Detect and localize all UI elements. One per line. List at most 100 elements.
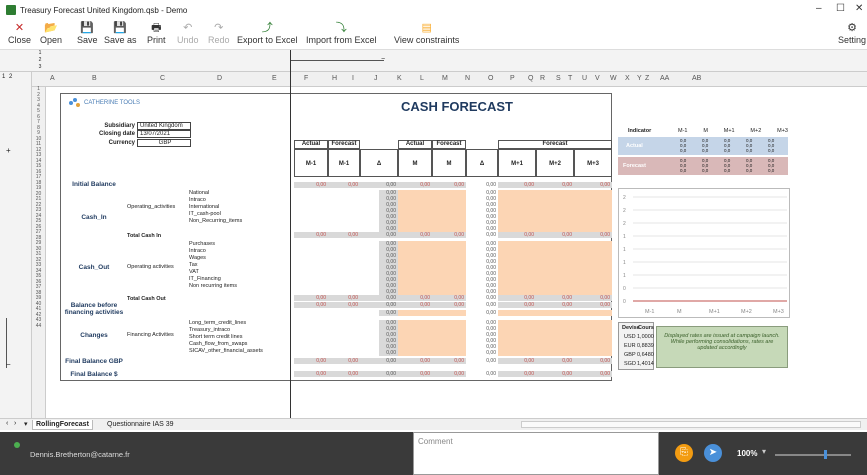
column-header[interactable]: Y	[637, 75, 642, 82]
tab-menu-icon[interactable]: ▾	[24, 420, 28, 428]
send-icon[interactable]: ➤	[704, 444, 722, 462]
subsidiary-field[interactable]: United Kingdom	[137, 122, 191, 130]
app-window: Treasury Forecast United Kingdom.qsb - D…	[0, 0, 867, 475]
row-level-2[interactable]: 2	[34, 57, 46, 64]
outline-level-2[interactable]: 2	[9, 74, 12, 80]
print-button[interactable]: 🖶 Print	[147, 22, 166, 45]
redo-button[interactable]: ↷ Redo	[208, 22, 230, 45]
toolbar: ✕ Close 📂 Open 💾 Save 💾 Save as 🖶 Print ↶ Undo…	[0, 20, 867, 50]
column-header[interactable]: C	[160, 75, 165, 82]
column-header[interactable]: R	[540, 75, 545, 82]
actual-m-header: M	[398, 149, 432, 177]
logo-dots-icon	[69, 98, 81, 108]
close-button[interactable]: ✕ Close	[8, 22, 31, 45]
attach-icon[interactable]: ⎘	[675, 444, 693, 462]
row-level-3[interactable]: 3	[34, 64, 46, 71]
column-header[interactable]: O	[488, 75, 493, 82]
tab-scroll-right-icon[interactable]: ›	[14, 420, 16, 427]
view-constraints-button[interactable]: ▤ View constraints	[394, 22, 459, 45]
open-button[interactable]: 📂 Open	[40, 22, 62, 45]
expand-icon[interactable]: +	[6, 146, 11, 155]
mp2-total: 0,00	[562, 302, 572, 308]
column-header[interactable]: W	[610, 75, 617, 82]
m-actual-total: 0,00	[420, 295, 430, 301]
column-header[interactable]: V	[595, 75, 600, 82]
indicator-value: 0,0	[724, 148, 731, 153]
column-header[interactable]: A	[50, 75, 55, 82]
forecast-band-cell[interactable]	[498, 350, 612, 356]
zoom-slider[interactable]	[775, 454, 851, 456]
comment-field[interactable]: Comment	[413, 432, 659, 475]
horizontal-scrollbar[interactable]	[521, 421, 861, 428]
month-band-cell[interactable]	[398, 310, 466, 316]
outline-level-1[interactable]: 1	[2, 74, 5, 80]
closing-date-field[interactable]: 13/07/2021	[137, 130, 191, 138]
undo-button[interactable]: ↶ Undo	[177, 22, 199, 45]
column-header[interactable]: E	[272, 75, 277, 82]
actual-total: 0,00	[316, 358, 326, 364]
undo-icon: ↶	[183, 22, 193, 34]
forecast-total: 0,00	[348, 232, 358, 238]
chart-y-tick: 1	[623, 234, 626, 240]
column-header[interactable]: F	[304, 75, 308, 82]
maximize-button[interactable]: ☐	[836, 3, 845, 14]
column-header[interactable]: L	[420, 75, 424, 82]
rates-note: Displayed rates are issued at campaign l…	[656, 326, 788, 368]
tab-rolling-forecast[interactable]: RollingForecast	[32, 420, 93, 430]
indicator-col-mp2: M+2	[750, 128, 762, 134]
forecast-total: 0,00	[348, 371, 358, 377]
save-button[interactable]: 💾 Save	[77, 22, 98, 45]
column-header[interactable]: P	[510, 75, 515, 82]
month-band-cell[interactable]	[398, 350, 466, 356]
column-header[interactable]: B	[92, 75, 97, 82]
settings-button[interactable]: ⚙ Setting	[838, 22, 866, 45]
column-header[interactable]: N	[465, 75, 470, 82]
mp1-total: 0,00	[524, 232, 534, 238]
outline-collapse-icon[interactable]: −	[381, 56, 389, 65]
delta-value: 0,00	[386, 295, 396, 301]
indicator-forecast-label: Forecast	[623, 163, 646, 169]
indicator-value: 0,0	[680, 148, 687, 153]
zoom-level[interactable]: 100%	[737, 449, 757, 458]
column-header[interactable]: T	[568, 75, 572, 82]
export-label: Export to Excel	[237, 35, 298, 45]
m-forecast-total: 0,00	[454, 232, 464, 238]
close-window-button[interactable]: ✕	[855, 3, 863, 14]
column-header[interactable]: Q	[528, 75, 533, 82]
column-header[interactable]: K	[397, 75, 402, 82]
close-label: Close	[8, 35, 32, 45]
column-header[interactable]: AA	[660, 75, 669, 82]
chart-x-tick: M+1	[709, 309, 720, 315]
cash-forecast-sheet[interactable]: CATHERINE TOOLS CASH FORECAST Subsidiary…	[60, 93, 612, 381]
column-header[interactable]: Z	[645, 75, 649, 82]
column-header[interactable]: J	[374, 75, 378, 82]
column-header[interactable]: I	[352, 75, 354, 82]
settings-icon: ⚙	[847, 22, 857, 34]
minimize-button[interactable]: –	[816, 3, 822, 14]
collapse-icon[interactable]: −	[6, 360, 11, 369]
column-header[interactable]: U	[582, 75, 587, 82]
column-header[interactable]: AB	[692, 75, 701, 82]
currency-field[interactable]: GBP	[137, 139, 191, 147]
column-header[interactable]: M	[442, 75, 448, 82]
column-header[interactable]: H	[332, 75, 337, 82]
import-excel-button[interactable]: ⤵ Import from Excel	[306, 22, 377, 45]
zoom-slider-knob[interactable]	[824, 450, 827, 459]
tab-scroll-left-icon[interactable]: ‹	[6, 420, 8, 427]
row-level-1[interactable]: 1	[34, 50, 46, 57]
tab-questionnaire[interactable]: Questionnaire IAS 39	[104, 420, 177, 430]
cash-out-label: Cash_Out	[78, 264, 110, 271]
zoom-dropdown-icon[interactable]: ▾	[762, 447, 766, 456]
cash-in-item: Intraco	[189, 197, 206, 203]
export-excel-button[interactable]: ⤴ Export to Excel	[237, 22, 298, 45]
mp1-total: 0,00	[524, 358, 534, 364]
column-header[interactable]: D	[217, 75, 222, 82]
indicator-col-m: M	[703, 128, 708, 134]
save-as-button[interactable]: 💾 Save as	[104, 22, 137, 45]
forecast-band-cell[interactable]	[498, 310, 612, 316]
outline-ruler: −	[0, 50, 867, 72]
column-header[interactable]: S	[556, 75, 561, 82]
row-header[interactable]: 44	[32, 323, 45, 330]
column-header[interactable]: X	[625, 75, 630, 82]
delta-header-1: Δ	[360, 149, 398, 177]
